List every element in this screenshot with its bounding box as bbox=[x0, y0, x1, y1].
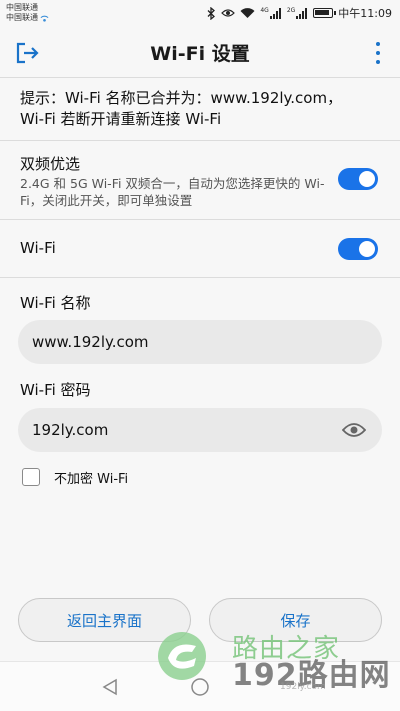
network-4g-label: 4G bbox=[260, 6, 269, 14]
dual-band-toggle[interactable] bbox=[338, 168, 378, 190]
signal-bars-2-icon bbox=[296, 7, 308, 19]
dual-band-description: 2.4G 和 5G Wi-Fi 双频合一，自动为您选择更快的 Wi-Fi，关闭此… bbox=[20, 176, 325, 208]
hint-line-1: 提示：Wi-Fi 名称已合并为：www.192ly.com， bbox=[20, 89, 343, 107]
hint-line-2: Wi-Fi 若断开请重新连接 Wi-Fi bbox=[20, 110, 222, 128]
password-label: Wi-Fi 密码 bbox=[20, 381, 91, 399]
wifi-title: Wi-Fi bbox=[20, 239, 56, 257]
battery-icon bbox=[313, 8, 337, 18]
ssid-label: Wi-Fi 名称 bbox=[20, 294, 91, 312]
bluetooth-icon bbox=[207, 6, 216, 20]
ssid-input[interactable] bbox=[18, 320, 382, 364]
save-button[interactable]: 保存 bbox=[209, 598, 382, 642]
nav-back-icon[interactable] bbox=[101, 678, 119, 696]
more-options-button[interactable] bbox=[374, 42, 382, 64]
wifi-toggle[interactable] bbox=[338, 238, 378, 260]
system-nav-bar bbox=[0, 661, 400, 711]
network-2g-label: 2G bbox=[286, 6, 296, 14]
carrier-2: 中国联通 bbox=[6, 13, 38, 22]
show-password-toggle[interactable] bbox=[342, 418, 366, 442]
eye-comfort-icon bbox=[221, 9, 236, 17]
back-home-button[interactable]: 返回主界面 bbox=[18, 598, 191, 642]
nav-home-icon[interactable] bbox=[190, 678, 210, 698]
merge-hint: 提示：Wi-Fi 名称已合并为：www.192ly.com， Wi-Fi 若断开… bbox=[20, 88, 390, 130]
divider bbox=[0, 277, 400, 278]
eye-icon bbox=[342, 423, 366, 437]
carrier-info: 中国联通 中国联通 bbox=[6, 3, 49, 23]
password-input[interactable] bbox=[18, 408, 382, 452]
clock: 中午11:09 bbox=[338, 7, 392, 20]
no-password-label: 不加密 Wi-Fi bbox=[54, 472, 129, 487]
divider bbox=[0, 140, 400, 141]
app-bar: Wi-Fi 设置 bbox=[0, 28, 400, 78]
page-title: Wi-Fi 设置 bbox=[150, 43, 250, 65]
carrier-1: 中国联通 bbox=[6, 3, 38, 12]
no-password-checkbox[interactable] bbox=[22, 468, 40, 486]
wifi-calling-icon bbox=[40, 15, 49, 22]
signal-bars-icon bbox=[269, 7, 281, 19]
wifi-signal-icon bbox=[240, 8, 255, 18]
more-vertical-icon bbox=[376, 42, 380, 46]
dual-band-title: 双频优选 bbox=[20, 155, 81, 173]
status-bar: 中国联通 中国联通 4G 2G 中午11:09 bbox=[0, 0, 400, 28]
divider bbox=[0, 219, 400, 220]
